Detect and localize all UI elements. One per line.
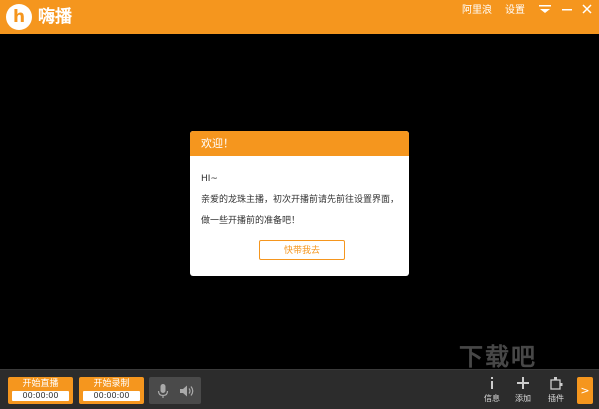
expand-panel-button[interactable]: > <box>577 377 593 404</box>
minimize-icon[interactable] <box>560 3 576 17</box>
user-name-link[interactable]: 阿里浪 <box>462 4 492 18</box>
start-live-label: 开始直播 <box>22 379 59 389</box>
dialog-title: 欢迎！ <box>190 131 409 156</box>
title-bar: h 嗨播 阿里浪 设置 <box>0 0 599 34</box>
speaker-icon[interactable] <box>178 382 196 400</box>
dialog-message-line1: 亲爱的龙珠主播，初次开播前请先前往设置界面， <box>201 195 400 205</box>
welcome-dialog: 欢迎！ HI~ 亲爱的龙珠主播，初次开播前请先前往设置界面， 做一些开播前的准备… <box>190 131 409 276</box>
add-button[interactable]: 添加 <box>505 375 541 406</box>
record-timer: 00:00:00 <box>83 391 140 401</box>
app-name: 嗨播 <box>38 7 72 27</box>
audio-controls <box>149 377 201 404</box>
settings-link[interactable]: 设置 <box>505 4 525 18</box>
live-timer: 00:00:00 <box>12 391 69 401</box>
bottom-toolbar: 开始直播 00:00:00 开始录制 00:00:00 信息 添加 插件 > <box>0 369 599 409</box>
dropdown-menu-icon[interactable] <box>538 3 554 17</box>
start-record-button[interactable]: 开始录制 00:00:00 <box>79 377 144 404</box>
dialog-message-line2: 做一些开播前的准备吧！ <box>201 216 301 226</box>
plus-icon <box>505 376 541 394</box>
dialog-greeting: HI~ <box>201 174 218 184</box>
add-label: 添加 <box>515 394 531 403</box>
start-live-button[interactable]: 开始直播 00:00:00 <box>8 377 73 404</box>
app-logo: h <box>6 4 32 30</box>
plugin-label: 插件 <box>548 394 564 403</box>
microphone-icon[interactable] <box>154 382 172 400</box>
watermark-text: 下载吧 <box>459 343 537 371</box>
take-me-there-button[interactable]: 快带我去 <box>259 240 345 260</box>
close-icon[interactable] <box>580 3 596 17</box>
plugin-button[interactable]: 插件 <box>538 375 574 406</box>
plugin-icon <box>538 376 574 394</box>
start-record-label: 开始录制 <box>93 379 130 389</box>
